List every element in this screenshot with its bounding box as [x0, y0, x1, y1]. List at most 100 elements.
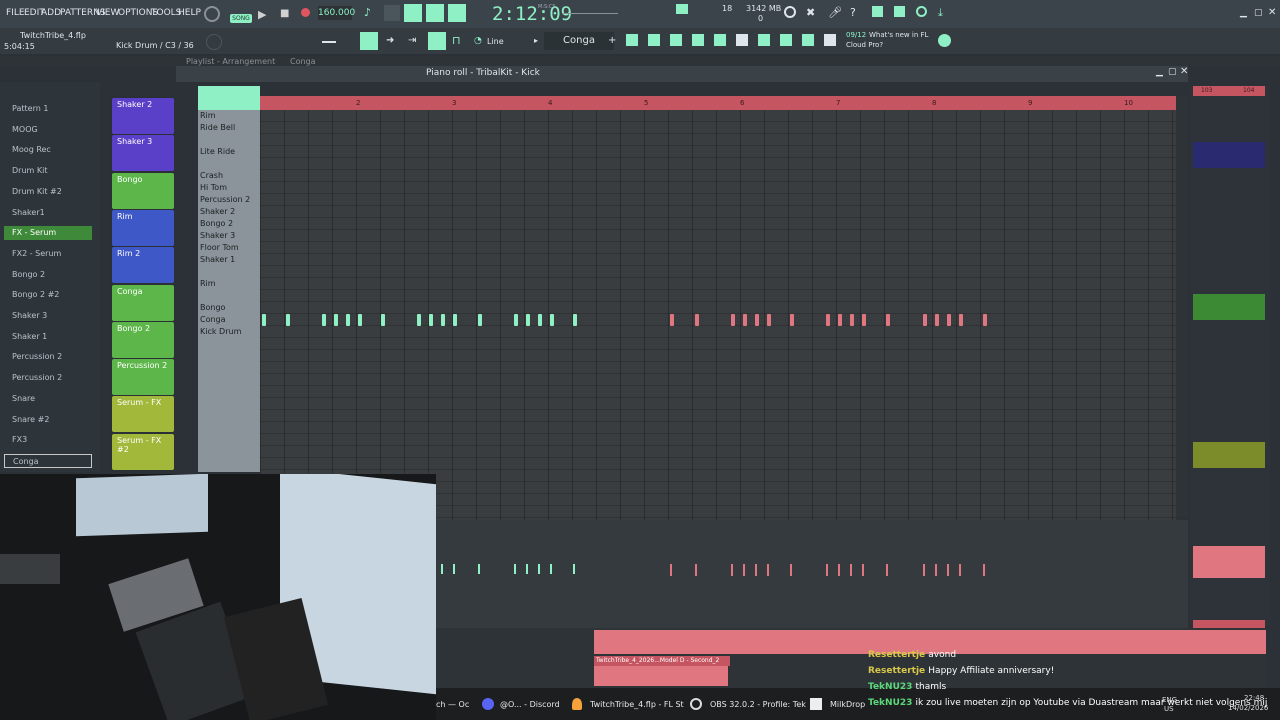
snap-line-icon[interactable] [322, 41, 336, 43]
note[interactable] [441, 314, 445, 326]
channel-button[interactable]: Bongo 2 [112, 321, 174, 358]
velocity-bar[interactable] [850, 564, 852, 576]
playlist-clip[interactable] [1193, 620, 1265, 628]
note[interactable] [322, 314, 326, 326]
touch-controller-icon[interactable] [780, 34, 792, 46]
next-icon[interactable]: ▸ [534, 36, 538, 45]
channel-button[interactable]: Shaker 2 [112, 98, 174, 134]
play-icon[interactable]: ▶ [258, 8, 266, 21]
metronome-icon[interactable]: ♪ [364, 6, 376, 20]
note[interactable] [334, 314, 338, 326]
maximize-icon[interactable]: ▢ [1254, 8, 1263, 18]
pattern-song-dial[interactable] [204, 6, 220, 22]
news-subtitle[interactable]: Cloud Pro? [846, 41, 883, 49]
browser-item[interactable]: Pattern 1 [4, 102, 92, 116]
pr-close-icon[interactable]: ✕ [1180, 66, 1188, 77]
browser-item[interactable]: MOOG [4, 123, 92, 137]
chat-icon[interactable] [916, 6, 927, 17]
browser-item[interactable]: Percussion 2 [4, 350, 92, 364]
note-ghost[interactable] [959, 314, 963, 326]
audio-clip-body[interactable] [594, 666, 728, 686]
note-ghost[interactable] [923, 314, 927, 326]
record-icon[interactable] [301, 8, 310, 17]
scripting-icon[interactable] [824, 34, 836, 46]
velocity-bar[interactable] [695, 564, 697, 576]
note-ghost[interactable] [670, 314, 674, 326]
browser-item[interactable]: Drum Kit [4, 164, 92, 178]
velocity-bar[interactable] [767, 564, 769, 576]
note-ghost[interactable] [767, 314, 771, 326]
playlist-tracks[interactable]: 103 104 [1190, 86, 1270, 628]
note[interactable] [526, 314, 530, 326]
note-ghost[interactable] [947, 314, 951, 326]
mixer-icon[interactable] [626, 34, 638, 46]
channel-button[interactable]: Bongo [112, 172, 174, 209]
velocity-bar[interactable] [526, 564, 528, 574]
velocity-bar[interactable] [935, 564, 937, 576]
download-icon[interactable]: ⤓ [938, 6, 943, 20]
snap-mode-select[interactable]: Line [487, 37, 504, 46]
channel-select[interactable]: Conga [544, 32, 614, 50]
note[interactable] [550, 314, 554, 326]
stop-icon[interactable]: ■ [280, 8, 289, 19]
menu-file[interactable]: FILE [6, 8, 25, 18]
velocity-bar[interactable] [453, 564, 455, 574]
vertical-scrollbar[interactable] [1176, 96, 1188, 516]
task-milkdrop[interactable]: MilkDrop [830, 700, 865, 709]
arrow-icon[interactable]: ➜ [386, 35, 394, 46]
note[interactable] [453, 314, 457, 326]
browser-item[interactable]: Shaker 3 [4, 309, 92, 323]
browser-item[interactable]: Drum Kit #2 [4, 185, 92, 199]
file-icon[interactable] [736, 34, 748, 46]
browser-item[interactable]: Bongo 2 [4, 268, 92, 282]
channel-button[interactable]: Serum - FX [112, 396, 174, 433]
note-ghost[interactable] [695, 314, 699, 326]
velocity-bar[interactable] [862, 564, 864, 576]
menu-add[interactable]: ADD [41, 8, 61, 18]
tools-icon[interactable]: ✖ [806, 6, 815, 19]
browser-item[interactable]: Percussion 2 [4, 371, 92, 385]
note[interactable] [358, 314, 362, 326]
browser-item[interactable]: FX3 [4, 433, 92, 447]
playlist-icon[interactable] [692, 34, 704, 46]
browser-item[interactable]: Snare [4, 392, 92, 406]
note-ghost[interactable] [862, 314, 866, 326]
news-title[interactable]: What's new in FL [869, 31, 928, 39]
note-ghost[interactable] [731, 314, 735, 326]
velocity-bar[interactable] [550, 564, 552, 574]
countdown-toggle[interactable] [404, 4, 422, 22]
output-icon[interactable] [802, 34, 814, 46]
microphone-icon[interactable]: 🎤︎ [828, 6, 842, 19]
playlist-clip[interactable] [1193, 294, 1265, 320]
note-ghost[interactable] [755, 314, 759, 326]
velocity-bar[interactable] [538, 564, 540, 574]
pr-minimize-icon[interactable]: ▁ [1156, 67, 1163, 77]
note[interactable] [429, 314, 433, 326]
browser-item[interactable]: Shaker1 [4, 206, 92, 220]
note-ghost[interactable] [743, 314, 747, 326]
channel-button[interactable]: Rim [112, 209, 174, 246]
browser-item[interactable]: Snare #2 [4, 413, 92, 427]
help-icon[interactable]: ? [850, 6, 856, 19]
tempo-display[interactable]: 160.000 [318, 6, 355, 20]
add-channel-icon[interactable]: + [608, 35, 616, 46]
note[interactable] [573, 314, 577, 326]
velocity-bar[interactable] [514, 564, 516, 574]
browser-item[interactable]: FX2 - Serum [4, 247, 92, 261]
browser-item[interactable]: Bongo 2 #2 [4, 288, 92, 302]
note-ghost[interactable] [790, 314, 794, 326]
velocity-bar[interactable] [478, 564, 480, 574]
velocity-bar[interactable] [923, 564, 925, 576]
song-mode-toggle[interactable]: SONG [230, 14, 252, 23]
step-edit-toggle[interactable] [426, 4, 444, 22]
note-ghost[interactable] [983, 314, 987, 326]
browser-item[interactable]: Shaker 1 [4, 330, 92, 344]
note-ghost[interactable] [838, 314, 842, 326]
velocity-bar[interactable] [755, 564, 757, 576]
velocity-bar[interactable] [826, 564, 828, 576]
globe-icon[interactable] [938, 34, 951, 47]
note[interactable] [478, 314, 482, 326]
note[interactable] [514, 314, 518, 326]
step-icon[interactable]: ⇥ [408, 35, 416, 46]
plugin-database-icon[interactable] [894, 6, 905, 17]
